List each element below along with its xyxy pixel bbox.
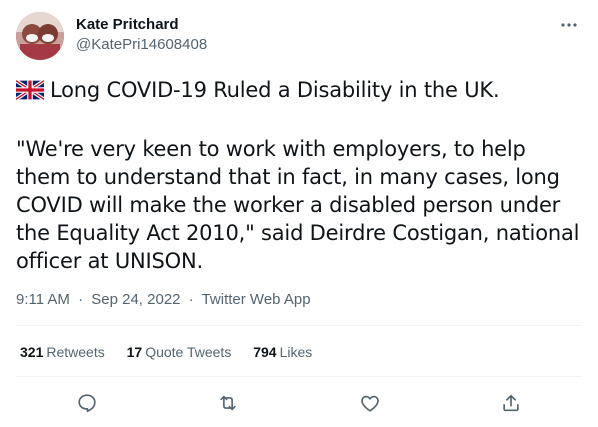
meta-separator: · [78,291,84,308]
quote-tweets-label: Quote Tweets [145,344,232,360]
retweet-button[interactable] [213,388,243,418]
likes-label: Likes [279,344,313,360]
tweet-headline: Long COVID-19 Ruled a Disability in the … [50,78,500,102]
retweets-label: Retweets [46,344,105,360]
author-names: Kate Pritchard @KatePri14608408 [76,15,207,55]
retweets-count: 321 [20,344,44,360]
tweet-text: Long COVID-19 Ruled a Disability in the … [14,76,582,275]
tweet-time[interactable]: 9:11 AM [16,291,70,308]
like-button[interactable] [355,388,385,418]
user-handle[interactable]: @KatePri14608408 [76,35,207,55]
action-bar [16,388,582,418]
reply-button[interactable] [72,388,102,418]
quote-tweets-count: 17 [126,344,143,360]
avatar[interactable] [16,12,64,60]
retweet-icon [220,395,236,411]
likes-stat[interactable]: 794 Likes [253,343,312,361]
quote-tweets-stat[interactable]: 17 Quote Tweets [127,343,232,361]
uk-flag-icon [14,79,46,107]
tweet-body: "We're very keen to work with employers,… [16,137,580,273]
avatar-photo-icon [16,12,64,60]
tweet-meta: 9:11 AM · Sep 24, 2022 · Twitter Web App [16,290,311,310]
like-icon [361,395,379,412]
display-name[interactable]: Kate Pritchard [76,15,207,35]
meta-separator: · [188,291,194,308]
more-icon [561,23,577,27]
divider [16,325,582,326]
tweet-header: Kate Pritchard @KatePri14608408 [16,12,582,62]
tweet-headline-line: Long COVID-19 Ruled a Disability in the … [14,76,582,107]
likes-count: 794 [253,344,277,360]
retweets-stat[interactable]: 321 Retweets [20,343,105,361]
divider [16,376,582,377]
share-icon [503,394,519,412]
share-button[interactable] [496,388,526,418]
tweet-date[interactable]: Sep 24, 2022 [91,291,180,308]
reply-icon [78,394,96,413]
tweet-stats: 321 Retweets 17 Quote Tweets 794 Likes [20,343,330,361]
more-options-button[interactable] [558,14,580,34]
tweet-source[interactable]: Twitter Web App [202,291,311,308]
